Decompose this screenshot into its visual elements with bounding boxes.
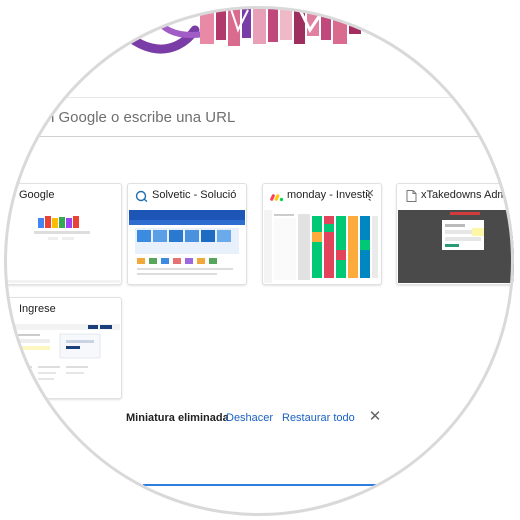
search-box[interactable]: n Google o escribe una URL [10,97,500,137]
tile-thumbnail [129,210,245,283]
tile-header: Solvetic - Solución ... [128,184,246,208]
tile-monday[interactable]: monday - Investigati... ✕ [262,183,382,285]
search-placeholder: n Google o escribe una URL [46,109,236,126]
tile-thumbnail [264,210,380,283]
close-icon[interactable]: ✕ [368,409,382,424]
undo-link[interactable]: Deshacer [226,412,273,424]
google-doodle[interactable] [0,0,520,62]
tile-header: monday - Investigati... ✕ [263,184,381,208]
solvetic-icon [135,190,148,202]
tile-title: xTakedowns Admin [421,189,505,201]
thumbnail-removed-notification: Miniatura eliminada Deshacer Restaurar t… [126,409,386,428]
tile-header: Google [6,184,121,208]
tile-title: Ingrese [19,303,56,315]
tile-thumbnail [6,210,120,283]
tile-ingrese[interactable]: Ingrese [6,297,122,399]
tile-solvetic[interactable]: Solvetic - Solución ... [127,183,247,285]
tile-thumbnail [6,324,120,397]
monday-icon [270,194,284,202]
page-icon [406,190,417,202]
tile-xtakedowns-admin[interactable]: xTakedowns Admin [396,183,514,285]
tile-title: Google [19,189,55,201]
restore-all-link[interactable]: Restaurar todo [282,412,355,424]
tile-title: monday - Investigati... [287,189,371,201]
close-icon[interactable]: ✕ [364,188,376,200]
accent-divider [143,484,377,486]
tile-header: Ingrese [6,298,121,322]
new-tab-page: n Google o escribe una URL Google Solvet… [0,0,520,516]
tile-thumbnail [398,210,514,283]
tile-header: xTakedowns Admin [397,184,514,208]
tile-title: Solvetic - Solución ... [152,189,236,201]
tile-google[interactable]: Google [6,183,122,285]
notification-message: Miniatura eliminada [126,412,229,424]
screenshot-stage: n Google o escribe una URL Google Solvet… [0,0,520,520]
